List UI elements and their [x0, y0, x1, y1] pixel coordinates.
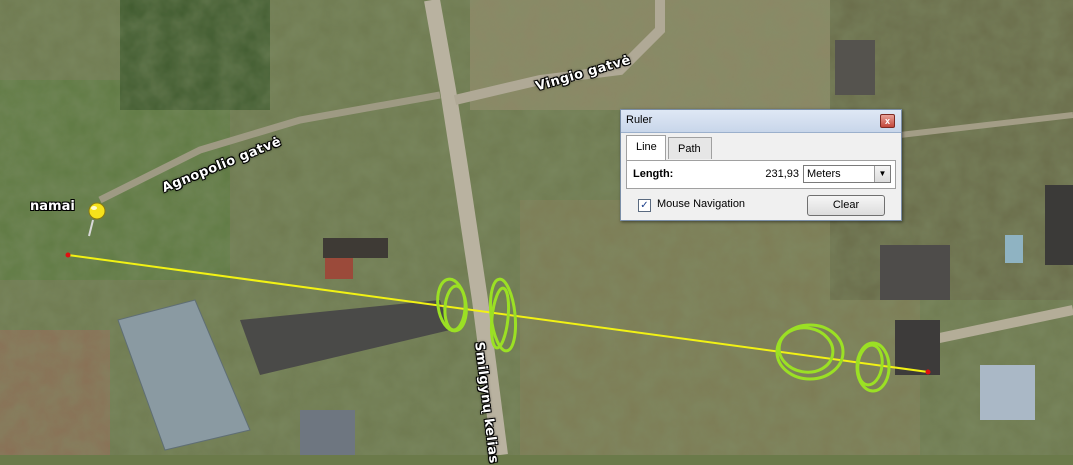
- building-sw: [300, 410, 355, 455]
- mouse-navigation-label[interactable]: Mouse Navigation: [657, 198, 745, 210]
- close-icon[interactable]: x: [880, 114, 895, 128]
- chevron-down-icon[interactable]: ▼: [874, 166, 890, 182]
- ruler-start-point[interactable]: [65, 252, 71, 258]
- tab-line[interactable]: Line: [626, 135, 666, 160]
- unit-select-value: Meters: [807, 168, 841, 180]
- pool: [1005, 235, 1023, 263]
- placemark-label[interactable]: namai: [30, 199, 75, 214]
- tab-path[interactable]: Path: [668, 137, 712, 159]
- house-east-2: [895, 320, 940, 375]
- house-east-4: [1045, 185, 1073, 265]
- length-value: 231,93: [765, 168, 799, 180]
- satellite-map[interactable]: [0, 0, 1073, 455]
- clear-button[interactable]: Clear: [807, 195, 885, 216]
- ruler-title: Ruler: [626, 114, 653, 126]
- building-dark: [323, 238, 388, 258]
- house-east-1: [880, 245, 950, 300]
- house-east-3: [980, 365, 1035, 420]
- ruler-dialog: Ruler x Line Path Length: 231,93 Meters …: [620, 109, 902, 221]
- ruler-titlebar[interactable]: Ruler x: [621, 110, 901, 133]
- ruler-length-panel: Length: 231,93 Meters ▼: [626, 160, 896, 189]
- unit-select[interactable]: Meters ▼: [803, 165, 891, 183]
- length-label: Length:: [633, 168, 674, 180]
- mouse-navigation-checkbox[interactable]: ✓: [638, 199, 651, 212]
- building-red-roof: [325, 255, 353, 279]
- ruler-end-point[interactable]: [925, 369, 931, 375]
- house-north: [835, 40, 875, 95]
